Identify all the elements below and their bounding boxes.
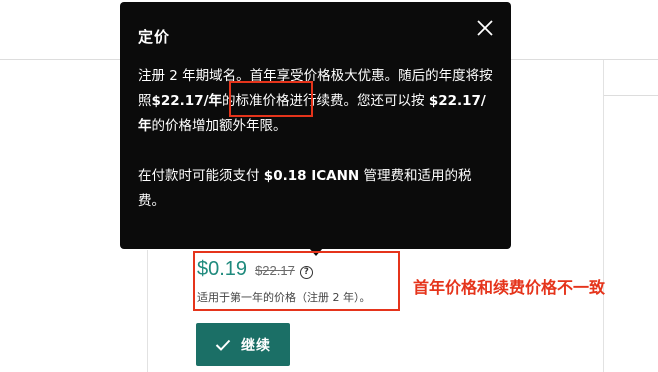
tooltip-paragraph: 注册 2 年期域名。首年享受价格极大优惠。随后的年度将按照$22.17/年的标准… (138, 64, 494, 139)
pricing-tooltip: 定价 注册 2 年期域名。首年享受价格极大优惠。随后的年度将按照$22.17/年… (120, 2, 511, 249)
tooltip-paragraph: 在付款时可能须支付 $0.18 ICANN 管理费和适用的税费。 (138, 164, 494, 214)
continue-button[interactable]: 继续 (196, 323, 290, 366)
tooltip-title: 定价 (138, 28, 171, 46)
check-icon (215, 339, 231, 351)
icann-fee: $0.18 ICANN (263, 168, 360, 184)
page: 定价 注册 2 年期域名。首年享受价格极大优惠。随后的年度将按照$22.17/年… (0, 0, 658, 372)
continue-label: 继续 (241, 337, 271, 354)
annotation-text: 首年价格和续费价格不一致 (413, 278, 606, 297)
close-icon (477, 20, 493, 36)
close-button[interactable] (473, 16, 497, 40)
divider (603, 60, 604, 372)
tooltip-text: 的价格增加额外年限。 (151, 118, 287, 134)
divider (604, 95, 658, 96)
renewal-price: $22.17/年 (151, 93, 223, 109)
annotation-highlight-box (193, 251, 400, 311)
divider (147, 250, 148, 372)
tooltip-body: 注册 2 年期域名。首年享受价格极大优惠。随后的年度将按照$22.17/年的标准… (138, 64, 494, 214)
tooltip-text: 在付款时可能须支付 (138, 168, 264, 184)
annotation-highlight-box (229, 81, 313, 117)
